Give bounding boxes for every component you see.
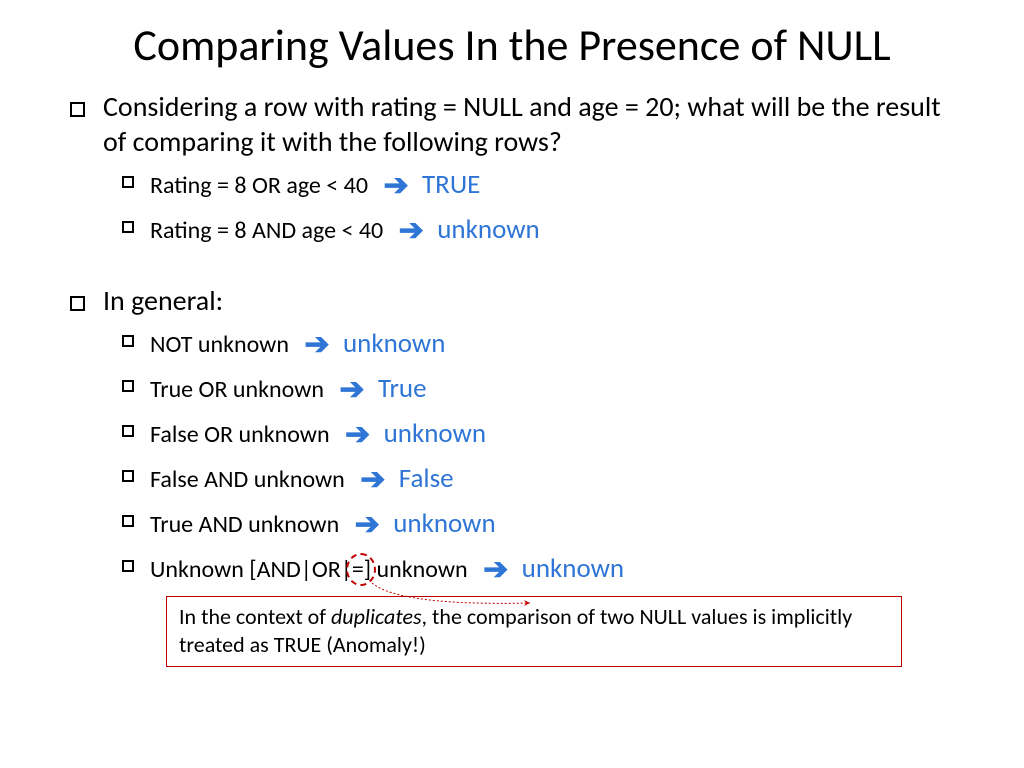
bullet-square-icon bbox=[122, 335, 134, 347]
bullet-false-or-unknown: False OR unknown ➔ unknown bbox=[122, 414, 954, 451]
result: True bbox=[378, 372, 427, 405]
expr: Rating = 8 OR age < 40 bbox=[150, 171, 368, 200]
bullet-content: Unknown [AND|OR|= ] unknown ➔ unknown bbox=[150, 549, 624, 586]
bullet-content: NOT unknown ➔ unknown bbox=[150, 324, 445, 361]
result: unknown bbox=[343, 327, 445, 360]
bullet-not-unknown: NOT unknown ➔ unknown bbox=[122, 324, 954, 361]
arrow-icon: ➔ bbox=[339, 371, 364, 408]
expr-post: ] unknown bbox=[364, 555, 468, 584]
result: unknown bbox=[522, 552, 624, 585]
bullet-in-general: In general: bbox=[70, 283, 954, 318]
arrow-icon: ➔ bbox=[304, 326, 329, 363]
bullet-text: In general: bbox=[103, 283, 223, 318]
result: unknown bbox=[437, 213, 539, 246]
slide: Comparing Values In the Presence of NULL… bbox=[0, 0, 1024, 667]
bullet-false-and-unknown: False AND unknown ➔ False bbox=[122, 459, 954, 496]
anomaly-note: In the context of duplicates, the compar… bbox=[166, 596, 902, 667]
bullet-considering: Considering a row with rating = NULL and… bbox=[70, 89, 954, 159]
bullet-content: Rating = 8 OR age < 40 ➔ TRUE bbox=[150, 165, 480, 202]
arrow-icon: ➔ bbox=[345, 416, 370, 453]
bullet-example-or: Rating = 8 OR age < 40 ➔ TRUE bbox=[122, 165, 954, 202]
note-italic: duplicates bbox=[331, 603, 422, 630]
bullet-square-icon bbox=[122, 221, 134, 233]
expr: True AND unknown bbox=[150, 510, 339, 539]
result: False bbox=[399, 462, 454, 495]
bullet-content: True OR unknown ➔ True bbox=[150, 369, 427, 406]
bullet-content: True AND unknown ➔ unknown bbox=[150, 504, 496, 541]
expr-eq: = bbox=[352, 555, 364, 584]
bullet-content: Rating = 8 AND age < 40 ➔ unknown bbox=[150, 210, 540, 247]
arrow-icon: ➔ bbox=[399, 212, 424, 249]
note-pre: In the context of bbox=[179, 603, 331, 630]
expr: Rating = 8 AND age < 40 bbox=[150, 216, 383, 245]
arrow-icon: ➔ bbox=[483, 551, 508, 588]
bullet-text: Considering a row with rating = NULL and… bbox=[103, 89, 954, 159]
bullet-square-icon bbox=[122, 425, 134, 437]
result: unknown bbox=[393, 507, 495, 540]
bullet-square-icon bbox=[122, 380, 134, 392]
bullet-square-icon bbox=[70, 102, 85, 117]
arrow-icon: ➔ bbox=[383, 167, 408, 204]
bullet-true-and-unknown: True AND unknown ➔ unknown bbox=[122, 504, 954, 541]
arrow-icon: ➔ bbox=[360, 461, 385, 498]
slide-title: Comparing Values In the Presence of NULL bbox=[70, 20, 954, 71]
expr: NOT unknown bbox=[150, 330, 289, 359]
expr: True OR unknown bbox=[150, 375, 324, 404]
bullet-square-icon bbox=[70, 296, 85, 311]
bullet-square-icon bbox=[122, 560, 134, 572]
bullet-true-or-unknown: True OR unknown ➔ True bbox=[122, 369, 954, 406]
bullet-square-icon bbox=[122, 176, 134, 188]
arrow-icon: ➔ bbox=[355, 506, 380, 543]
bullet-content: False OR unknown ➔ unknown bbox=[150, 414, 486, 451]
result: TRUE bbox=[422, 168, 480, 201]
equals-highlight: = bbox=[352, 555, 364, 584]
bullet-unknown-op-unknown: Unknown [AND|OR|= ] unknown ➔ unknown bbox=[122, 549, 954, 586]
bullet-square-icon bbox=[122, 515, 134, 527]
result: unknown bbox=[384, 417, 486, 450]
bullet-content: False AND unknown ➔ False bbox=[150, 459, 454, 496]
expr: False OR unknown bbox=[150, 420, 330, 449]
expr: False AND unknown bbox=[150, 465, 345, 494]
expr-pre: Unknown [AND|OR| bbox=[150, 555, 352, 584]
bullet-example-and: Rating = 8 AND age < 40 ➔ unknown bbox=[122, 210, 954, 247]
bullet-square-icon bbox=[122, 470, 134, 482]
